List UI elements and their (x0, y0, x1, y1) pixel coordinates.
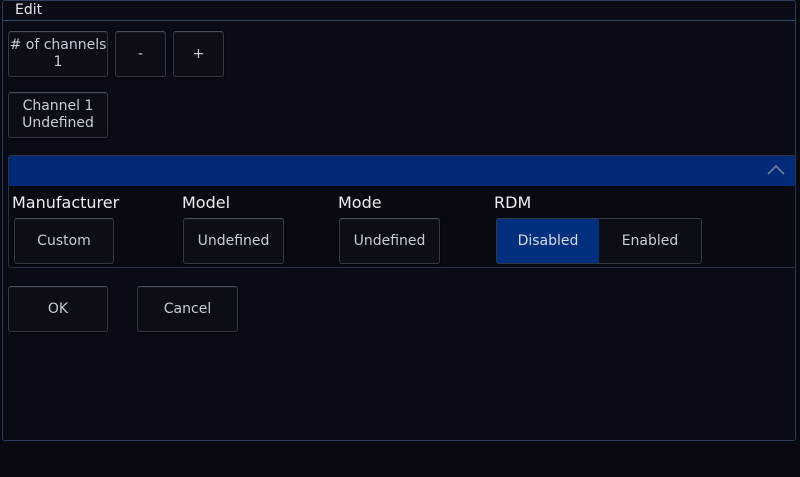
manufacturer-label: Manufacturer (12, 193, 120, 212)
title-divider (3, 20, 795, 21)
channel-1-label: Channel 1 (22, 98, 94, 114)
manufacturer-button[interactable]: Custom (14, 218, 114, 264)
panel-header (9, 156, 795, 186)
rdm-disabled-option[interactable]: Disabled (497, 219, 599, 263)
increment-button[interactable]: + (173, 31, 224, 77)
channel-count-value: 1 (53, 54, 63, 70)
mode-label: Mode (338, 193, 382, 212)
dialog-title: Edit (15, 2, 43, 18)
edit-dialog: Edit # of channels 1 - + Channel 1 Undef… (2, 0, 796, 441)
channel-count-label: # of channels (9, 37, 107, 53)
rdm-toggle: Disabled Enabled (496, 218, 702, 264)
decrement-button[interactable]: - (115, 31, 166, 77)
channel-count-button[interactable]: # of channels 1 (8, 31, 108, 77)
channel-1-status: Undefined (22, 115, 94, 131)
channel-1-button[interactable]: Channel 1 Undefined (8, 92, 108, 138)
cancel-button[interactable]: Cancel (137, 286, 238, 332)
rdm-label: RDM (494, 193, 532, 212)
model-label: Model (182, 193, 231, 212)
ok-button[interactable]: OK (8, 286, 108, 332)
chevron-up-icon[interactable] (765, 162, 787, 178)
rdm-enabled-option[interactable]: Enabled (599, 219, 701, 263)
mode-button[interactable]: Undefined (339, 218, 440, 264)
channel-properties-panel: Manufacturer Model Mode RDM Custom Undef… (8, 155, 796, 268)
model-button[interactable]: Undefined (183, 218, 284, 264)
